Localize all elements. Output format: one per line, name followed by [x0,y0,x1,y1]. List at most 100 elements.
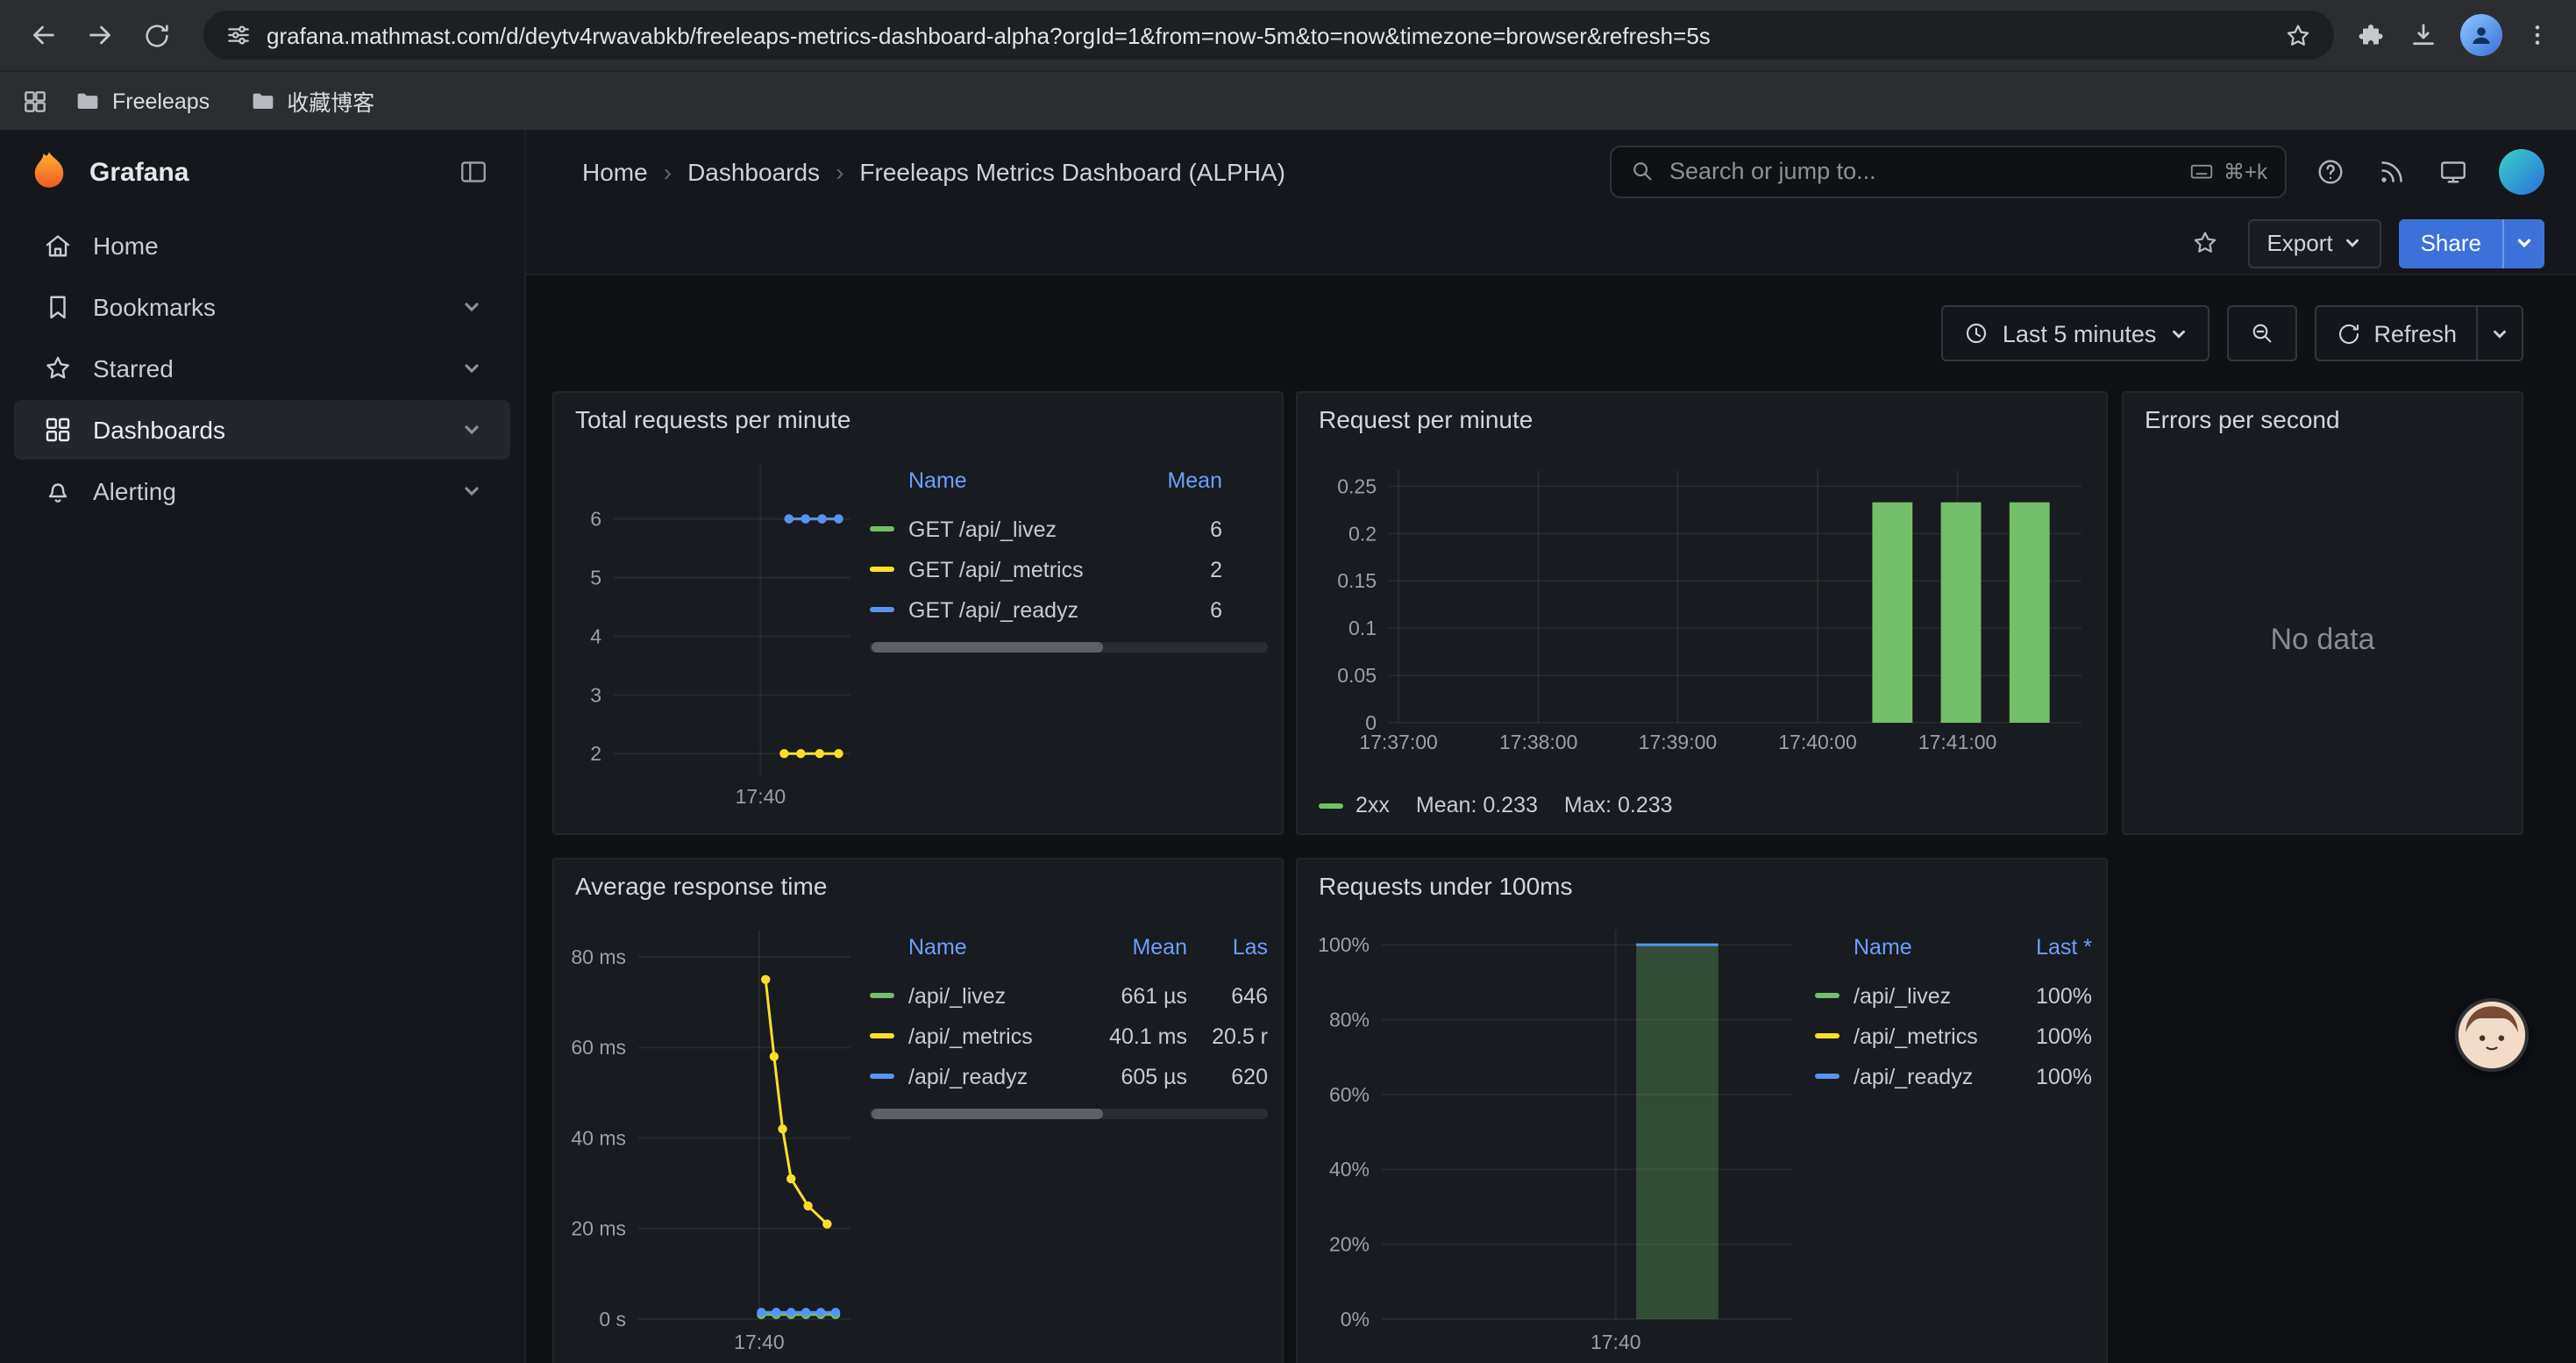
sidebar-item-starred[interactable]: Starred [14,339,510,398]
legend-row[interactable]: /api/_readyz 605 µs 620 [870,1056,1268,1096]
legend-row[interactable]: /api/_livez 661 µs 646 [870,975,1268,1016]
share-menu-button[interactable] [2502,218,2544,268]
panel-title[interactable]: Average response time [554,860,1282,912]
export-button[interactable]: Export [2247,218,2381,268]
browser-menu-kebab-icon[interactable] [2523,21,2551,49]
series-swatch [870,1074,894,1079]
legend-row[interactable]: /api/_livez 100% [1815,975,2092,1016]
legend-row[interactable]: /api/_metrics 40.1 ms 20.5 r [870,1016,1268,1056]
breadcrumb-current-page: Freeleaps Metrics Dashboard (ALPHA) [859,157,1285,185]
folder-icon [74,87,102,115]
svg-text:0%: 0% [1341,1308,1370,1331]
extensions-puzzle-icon[interactable] [2355,19,2387,51]
sidebar-toggle-button[interactable] [449,147,498,196]
refresh-interval-button[interactable] [2476,307,2522,360]
chevron-down-icon [2490,324,2509,343]
legend-header-name[interactable]: Name [870,935,1078,960]
bookmark-star-icon[interactable] [2283,20,2313,50]
forward-button[interactable] [74,9,126,61]
sidebar-item-dashboards[interactable]: Dashboards [14,400,510,460]
bookmark-folder-freeleaps[interactable]: Freeleaps [60,80,224,122]
legend-row[interactable]: /api/_readyz 100% [1815,1056,2092,1096]
display-monitor-icon[interactable] [2437,155,2469,187]
series-name[interactable]: 2xx [1356,793,1390,817]
legend-scrollbar[interactable] [870,1109,1268,1119]
favorite-star-button[interactable] [2181,218,2230,268]
downloads-icon[interactable] [2408,19,2439,51]
legend-mean: Mean: 0.233 [1416,793,1538,817]
search-input[interactable] [1669,158,2174,184]
reload-button[interactable] [130,9,182,61]
bell-icon [42,475,74,507]
legend-header-last[interactable]: Las [1187,935,1268,960]
url-text[interactable]: grafana.mathmast.com/d/deytv4rwavabkb/fr… [267,22,2269,48]
scrollbar-thumb[interactable] [872,642,1102,653]
news-rss-icon[interactable] [2376,155,2408,187]
assistant-avatar-button[interactable] [2455,998,2529,1072]
legend-row[interactable]: GET /api/_metrics 2 [870,549,1268,589]
chevron-down-icon [461,481,482,502]
under-100ms-chart[interactable]: 100%80%60%40%20%0%17:40 [1312,919,1803,1358]
legend-row[interactable]: GET /api/_readyz 6 [870,589,1268,630]
legend-row[interactable]: GET /api/_livez 6 [870,509,1268,549]
svg-text:80%: 80% [1329,1008,1370,1031]
legend-header-name[interactable]: Name [870,468,967,493]
zoom-out-button[interactable] [2226,305,2296,361]
help-icon[interactable] [2315,155,2346,187]
browser-profile-avatar[interactable] [2460,14,2502,56]
sidebar-item-alerting[interactable]: Alerting [14,461,510,521]
dashboard-canvas: Last 5 minutes Refresh [526,275,2576,1363]
sidebar-item-label: Dashboards [93,416,225,444]
chevron-down-icon [461,419,482,440]
svg-text:0 s: 0 s [599,1308,626,1331]
legend-header: Name Mean [870,463,1268,498]
sidebar-item-home[interactable]: Home [14,216,510,275]
panel-title[interactable]: Errors per second [2124,393,2522,446]
avg-response-chart[interactable]: 80 ms60 ms40 ms20 ms0 s17:40 [568,919,857,1358]
bookmark-folder-blogs[interactable]: 收藏博客 [234,77,388,125]
legend-scrollbar[interactable] [870,642,1268,653]
back-icon [28,19,60,51]
series-swatch [1815,993,1839,998]
browser-toolbar: grafana.mathmast.com/d/deytv4rwavabkb/fr… [0,0,2576,70]
site-settings-tune-icon[interactable] [224,21,253,49]
breadcrumb: Home Dashboards Freeleaps Metrics Dashbo… [582,157,1285,185]
total-requests-chart[interactable]: 6543217:40 [568,453,857,812]
time-range-picker[interactable]: Last 5 minutes [1941,305,2210,361]
scrollbar-thumb[interactable] [872,1109,1102,1119]
chevron-down-icon [461,296,482,318]
svg-text:60%: 60% [1329,1083,1370,1106]
reload-icon [141,20,171,50]
star-icon [2190,228,2220,258]
legend-header-name[interactable]: Name [1815,935,2008,960]
request-per-minute-chart[interactable]: 0.250.20.150.10.05017:37:0017:38:0017:39… [1312,460,2096,758]
panel-title[interactable]: Request per minute [1298,393,2106,446]
sidebar-item-bookmarks[interactable]: Bookmarks [14,277,510,337]
panel-title[interactable]: Total requests per minute [554,393,1282,446]
legend-row[interactable]: /api/_metrics 100% [1815,1016,2092,1056]
chevron-down-icon [461,358,482,379]
apps-icon [42,414,74,446]
legend-header-last[interactable]: Last * [2008,935,2092,960]
apps-grid-icon[interactable] [21,87,49,115]
svg-text:60 ms: 60 ms [571,1036,626,1059]
svg-text:17:40: 17:40 [736,785,786,808]
search-bar[interactable]: ⌘+k [1610,145,2287,197]
search-icon [1629,158,1655,184]
svg-text:80 ms: 80 ms [571,946,626,968]
panel-title[interactable]: Requests under 100ms [1298,860,2106,912]
url-bar[interactable]: grafana.mathmast.com/d/deytv4rwavabkb/fr… [203,11,2334,60]
legend-inline: 2xx Mean: 0.233 Max: 0.233 [1319,793,1673,817]
legend-header-mean[interactable]: Mean [1167,468,1222,493]
legend-header-mean[interactable]: Mean [1078,935,1187,960]
series-swatch [1319,803,1343,808]
grafana-logo[interactable] [26,149,72,195]
user-avatar[interactable] [2499,148,2544,194]
breadcrumb-home[interactable]: Home [582,157,648,185]
share-button[interactable]: Share [2400,218,2502,268]
back-button[interactable] [18,9,70,61]
svg-text:100%: 100% [1318,933,1370,956]
breadcrumb-dashboards[interactable]: Dashboards [687,157,820,185]
refresh-button[interactable]: Refresh [2316,307,2476,360]
sidebar: Grafana Home Bookmarks Starred [0,130,526,1363]
